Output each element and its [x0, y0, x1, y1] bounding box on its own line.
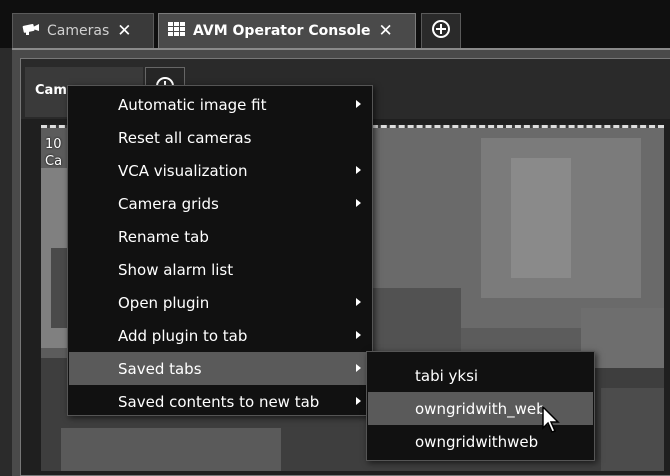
menu-item-label: Rename tab	[118, 227, 209, 246]
menu-item-vca-visualization[interactable]: VCA visualization	[69, 154, 371, 187]
menu-item-show-alarm-list[interactable]: Show alarm list	[69, 253, 371, 286]
menu-item-open-plugin[interactable]: Open plugin	[69, 286, 371, 319]
submenu-item-tabi-yksi[interactable]: tabi yksi	[368, 359, 593, 392]
menu-item-label: Add plugin to tab	[118, 326, 248, 345]
top-tab-strip: Cameras ✕ AVM Operator Console ✕	[0, 0, 670, 48]
submenu-item-label: tabi yksi	[415, 366, 479, 385]
menu-item-saved-tabs[interactable]: Saved tabs	[69, 352, 371, 385]
menu-item-label: Saved contents to new tab	[118, 392, 320, 411]
menu-item-label: Camera grids	[118, 194, 219, 213]
tab-cameras-close-icon[interactable]: ✕	[117, 21, 131, 41]
submenu-arrow-icon	[356, 397, 361, 405]
menu-item-label: VCA visualization	[118, 161, 248, 180]
submenu-arrow-icon	[356, 166, 361, 174]
add-tab-button[interactable]	[421, 13, 461, 48]
menu-item-label: Open plugin	[118, 293, 210, 312]
tab-cameras[interactable]: Cameras ✕	[12, 13, 154, 48]
submenu-arrow-icon	[356, 331, 361, 339]
menu-item-label: Saved tabs	[118, 359, 202, 378]
menu-item-automatic-image-fit[interactable]: Automatic image fit	[69, 88, 371, 121]
camera-icon	[21, 22, 41, 40]
menu-item-label: Reset all cameras	[118, 128, 252, 147]
menu-item-saved-contents-to-new-tab[interactable]: Saved contents to new tab	[69, 385, 371, 418]
grid-icon	[167, 21, 187, 41]
camera-overlay-line2: Ca	[45, 154, 63, 169]
inner-tab-label: Cam	[35, 83, 67, 98]
menu-item-label: Automatic image fit	[118, 95, 267, 114]
menu-item-label: Show alarm list	[118, 260, 234, 279]
submenu-arrow-icon	[356, 100, 361, 108]
menu-item-add-plugin-to-tab[interactable]: Add plugin to tab	[69, 319, 371, 352]
plus-circle-icon	[431, 19, 451, 43]
tab-avm-operator-console[interactable]: AVM Operator Console ✕	[158, 13, 416, 48]
context-menu: Automatic image fit Reset all cameras VC…	[67, 85, 373, 416]
submenu-arrow-icon	[356, 364, 361, 372]
menu-item-reset-all-cameras[interactable]: Reset all cameras	[69, 121, 371, 154]
tab-cameras-label: Cameras	[47, 23, 110, 39]
menu-item-rename-tab[interactable]: Rename tab	[69, 220, 371, 253]
mouse-pointer-icon	[542, 405, 562, 438]
submenu-item-label: owngridwithweb	[415, 432, 539, 451]
camera-overlay-text: 10 Ca	[45, 136, 62, 170]
tab-avm-close-icon[interactable]: ✕	[379, 21, 393, 41]
submenu-arrow-icon	[356, 298, 361, 306]
menu-item-camera-grids[interactable]: Camera grids	[69, 187, 371, 220]
camera-overlay-line1: 10	[45, 137, 62, 152]
submenu-item-label: owngridwith_web	[415, 399, 546, 418]
submenu-arrow-icon	[356, 199, 361, 207]
tab-avm-label: AVM Operator Console	[193, 23, 371, 39]
